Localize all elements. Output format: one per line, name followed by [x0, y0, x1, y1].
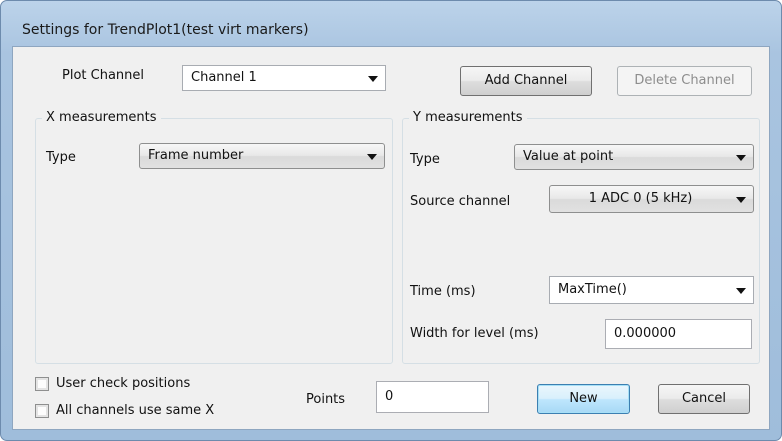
- x-type-label: Type: [46, 150, 76, 165]
- time-value: MaxTime(): [558, 282, 627, 297]
- cancel-button[interactable]: Cancel: [658, 384, 750, 414]
- width-for-level-input[interactable]: 0.000000: [605, 319, 752, 349]
- plot-channel-value: Channel 1: [191, 70, 257, 85]
- y-type-value: Value at point: [523, 149, 614, 164]
- plot-channel-combo[interactable]: Channel 1: [182, 65, 386, 91]
- chevron-down-icon: [736, 155, 746, 161]
- plot-channel-label: Plot Channel: [62, 68, 145, 83]
- chevron-down-icon: [367, 154, 377, 160]
- y-measurements-title: Y measurements: [409, 109, 527, 127]
- new-button[interactable]: New: [537, 384, 630, 414]
- user-check-positions-label[interactable]: User check positions: [56, 375, 190, 393]
- points-label: Points: [306, 392, 346, 407]
- window-title: Settings for TrendPlot1(test virt marker…: [22, 22, 309, 38]
- all-channels-same-x-checkbox[interactable]: [35, 404, 49, 418]
- source-channel-combo[interactable]: 1 ADC 0 (5 kHz): [549, 185, 754, 213]
- width-for-level-label: Width for level (ms): [410, 326, 539, 341]
- x-measurements-title: X measurements: [42, 109, 161, 127]
- all-channels-same-x-label[interactable]: All channels use same X: [56, 402, 214, 420]
- chevron-down-icon: [736, 197, 746, 203]
- time-combo[interactable]: MaxTime(): [549, 276, 754, 304]
- user-check-positions-checkbox[interactable]: [35, 377, 49, 391]
- source-channel-label: Source channel: [410, 194, 511, 209]
- y-type-label: Type: [410, 152, 440, 167]
- delete-channel-button[interactable]: Delete Channel: [617, 66, 752, 96]
- x-type-value: Frame number: [148, 148, 244, 163]
- add-channel-button[interactable]: Add Channel: [460, 66, 592, 96]
- chevron-down-icon: [736, 288, 746, 294]
- points-input[interactable]: 0: [376, 381, 489, 413]
- time-label: Time (ms): [410, 284, 476, 299]
- x-type-combo[interactable]: Frame number: [139, 143, 385, 169]
- y-type-combo[interactable]: Value at point: [514, 144, 754, 170]
- source-channel-value: 1 ADC 0 (5 kHz): [588, 191, 693, 206]
- chevron-down-icon: [368, 76, 378, 82]
